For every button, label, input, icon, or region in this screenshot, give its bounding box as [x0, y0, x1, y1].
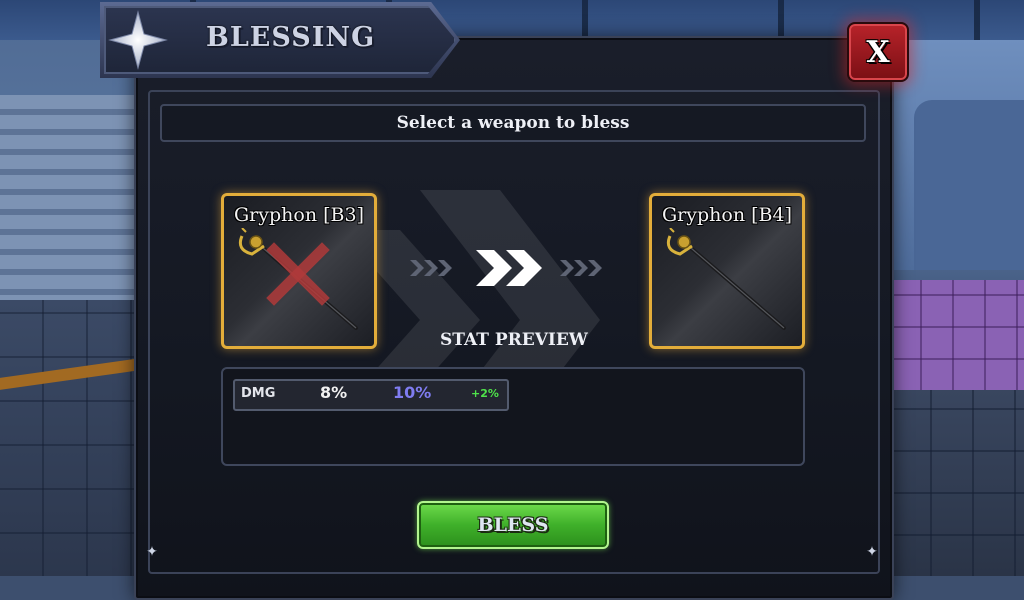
stat-label: DMG [241, 386, 276, 401]
corner-star-icon: ✦ [866, 544, 878, 560]
rapier-sword-icon [666, 228, 786, 330]
close-button[interactable]: X [847, 22, 909, 82]
page-title: BLESSING [206, 22, 376, 53]
next-weapon-name: Gryphon [B4] [662, 204, 792, 226]
current-weapon-name: Gryphon [B3] [234, 204, 364, 226]
stat-next-value: 10% [393, 383, 432, 402]
four-point-star-icon [108, 10, 168, 70]
instruction-text: Select a weapon to bless [396, 113, 630, 133]
stat-current-value: 8% [320, 383, 348, 402]
close-icon: X [866, 34, 890, 70]
background-floor-right [890, 390, 1024, 576]
bless-button[interactable]: BLESS [417, 501, 609, 549]
corner-star-icon: ✦ [146, 544, 158, 560]
blessed-weapon-preview: Gryphon [B4] [649, 193, 805, 349]
current-weapon-slot[interactable]: Gryphon [B3] [221, 193, 377, 349]
stat-change-value: +2% [471, 387, 499, 400]
bless-button-label: BLESS [477, 514, 549, 536]
instruction-bar: Select a weapon to bless [160, 104, 866, 142]
stat-preview-title: STAT PREVIEW [440, 330, 588, 350]
double-chevron-right-icon [410, 250, 602, 286]
background-shutter [0, 95, 140, 310]
background-purple-floor [890, 280, 1024, 390]
red-x-icon [266, 242, 330, 306]
background-floor-left [0, 300, 140, 576]
